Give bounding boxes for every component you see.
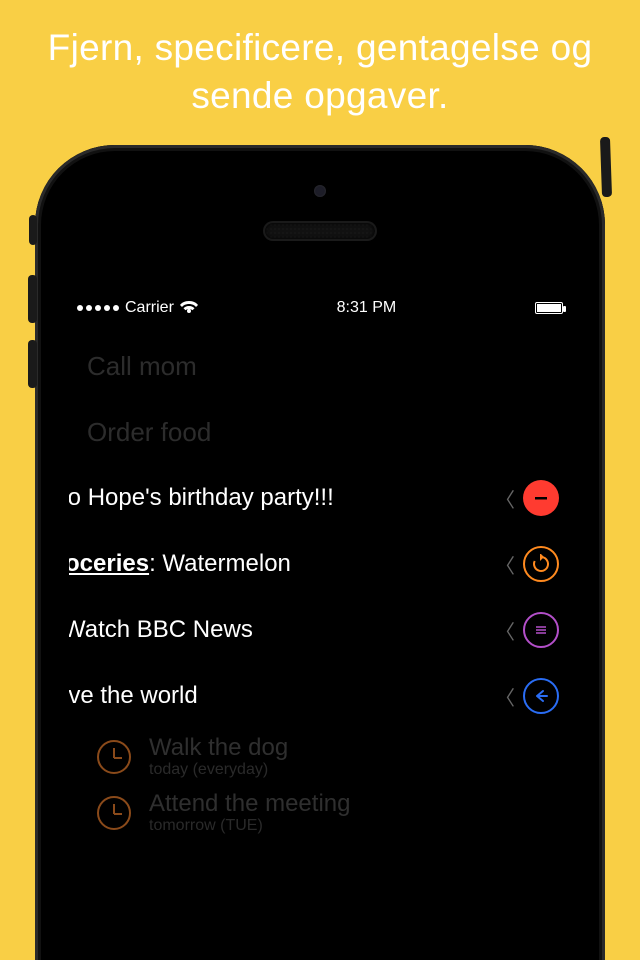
chevron-left-icon: 〈	[495, 682, 515, 711]
clock-icon	[97, 740, 131, 774]
battery-icon	[535, 302, 563, 314]
front-camera	[314, 185, 326, 197]
clock-icon	[97, 796, 131, 830]
scheduled-subtitle: today (everyday)	[149, 761, 288, 779]
scheduled-task-row[interactable]: Attend the meeting tomorrow (TUE)	[69, 785, 571, 841]
repeat-action-button[interactable]	[523, 546, 559, 582]
task-label: Watch BBC News	[69, 616, 489, 644]
promo-headline: Fjern, specificere, gentagelse og sende …	[0, 0, 640, 140]
volume-down-button	[28, 340, 37, 388]
scheduled-subtitle: tomorrow (TUE)	[149, 817, 350, 835]
device-screen: Carrier 8:31 PM Call mom Order food o to…	[69, 295, 571, 960]
task-row-swiped[interactable]: Watch BBC News 〈	[69, 597, 571, 663]
phone-frame: Carrier 8:31 PM Call mom Order food o to…	[35, 145, 605, 960]
task-label-suffix: : Watermelon	[149, 550, 291, 577]
task-row[interactable]: Order food	[69, 399, 571, 465]
chevron-left-icon: 〈	[495, 616, 515, 645]
task-row[interactable]: Call mom	[69, 333, 571, 399]
task-label: o to Hope's birthday party!!!	[69, 484, 467, 512]
power-button	[600, 137, 612, 197]
task-row-swiped[interactable]: o to Hope's birthday party!!! 〈	[69, 465, 571, 531]
delete-action-button[interactable]	[523, 480, 559, 516]
chevron-left-icon: 〈	[495, 484, 515, 513]
task-list: Call mom Order food o to Hope's birthday…	[69, 321, 571, 841]
detail-action-button[interactable]	[523, 612, 559, 648]
task-label: ive the world	[69, 682, 489, 710]
chevron-left-icon: 〈	[495, 550, 515, 579]
status-bar: Carrier 8:31 PM	[69, 295, 571, 321]
task-label: Call mom	[87, 351, 571, 382]
scheduled-task-row[interactable]: Walk the dog today (everyday)	[69, 729, 571, 785]
signal-dots-icon	[77, 305, 119, 311]
task-label: Order food	[87, 417, 571, 448]
send-action-button[interactable]	[523, 678, 559, 714]
volume-up-button	[28, 275, 37, 323]
earpiece-speaker	[265, 223, 375, 239]
mute-switch	[29, 215, 37, 245]
task-label-prefix: groceries	[69, 550, 149, 577]
wifi-icon	[180, 301, 198, 315]
task-label: groceries: Watermelon	[69, 550, 467, 578]
scheduled-title: Attend the meeting	[149, 791, 350, 817]
task-row-swiped[interactable]: ive the world 〈	[69, 663, 571, 729]
clock-label: 8:31 PM	[198, 299, 535, 317]
carrier-label: Carrier	[125, 299, 174, 317]
task-row-swiped[interactable]: groceries: Watermelon 〈	[69, 531, 571, 597]
scheduled-title: Walk the dog	[149, 735, 288, 761]
